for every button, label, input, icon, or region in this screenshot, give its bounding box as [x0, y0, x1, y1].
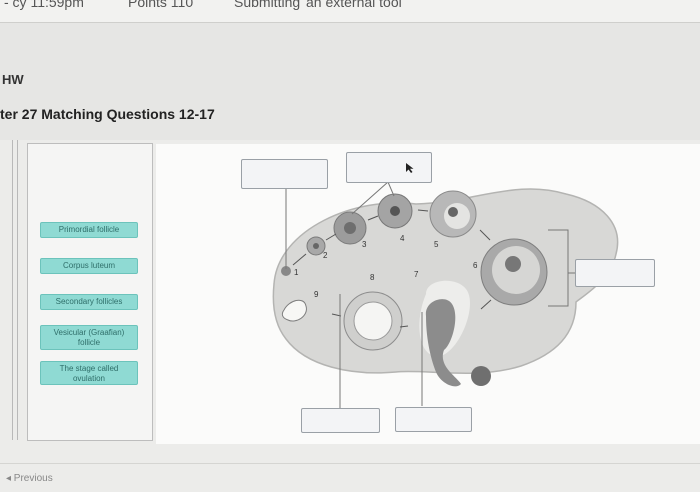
drop-target-2[interactable] [346, 152, 432, 183]
label-ovulation[interactable]: The stage called ovulation [40, 361, 138, 385]
drop-target-5[interactable] [395, 407, 472, 432]
corpus-luteum-center [353, 301, 393, 341]
page-title: ter 27 Matching Questions 12-17 [0, 106, 215, 122]
hw-label: HW [2, 72, 24, 87]
diagram-number: 4 [400, 234, 405, 243]
diagram-number: 5 [434, 240, 439, 249]
drop-target-1[interactable] [241, 159, 328, 189]
diagram-number: 7 [414, 270, 419, 279]
ovary-diagram: 1 2 3 4 5 6 7 8 9 [156, 144, 700, 444]
diagram-number: 8 [370, 273, 375, 282]
drop-target-3[interactable] [575, 259, 655, 287]
diagram-number: 9 [314, 290, 319, 299]
top-bar: - cy 11:59pm Points 110 Submitting an ex… [0, 0, 700, 23]
label-corpus-luteum[interactable]: Corpus luteum [40, 258, 138, 274]
oocyte-shape [313, 243, 319, 249]
external-tool-fragment: an external tool [306, 0, 402, 10]
released-oocyte-shape [471, 366, 491, 386]
diagram-number: 6 [473, 261, 478, 270]
label-secondary-follicles[interactable]: Secondary follicles [40, 294, 138, 310]
divider [17, 140, 18, 440]
points-fragment: Points 110 [128, 0, 194, 10]
label-primordial-follicle[interactable]: Primordial follicle [40, 222, 138, 238]
diagram-number: 1 [294, 268, 299, 277]
drop-target-4[interactable] [301, 408, 380, 433]
oocyte-shape [505, 256, 521, 272]
submitting-fragment: Submitting [234, 0, 301, 10]
footer-divider [0, 463, 700, 464]
previous-link[interactable]: ◂ Previous [6, 473, 53, 484]
due-date-fragment: - cy 11:59pm [4, 0, 84, 10]
oocyte-shape [390, 206, 400, 216]
diagram-number: 2 [323, 251, 328, 260]
ovary-illustration [272, 181, 619, 409]
label-vesicular-follicle[interactable]: Vesicular (Graafian) follicle [40, 325, 138, 350]
oocyte-shape [448, 207, 458, 217]
divider [12, 140, 13, 440]
word-bank [27, 143, 153, 441]
diagram-number: 3 [362, 240, 367, 249]
oocyte-shape [344, 222, 356, 234]
antrum-shape [444, 203, 470, 229]
cursor-icon [406, 163, 414, 173]
